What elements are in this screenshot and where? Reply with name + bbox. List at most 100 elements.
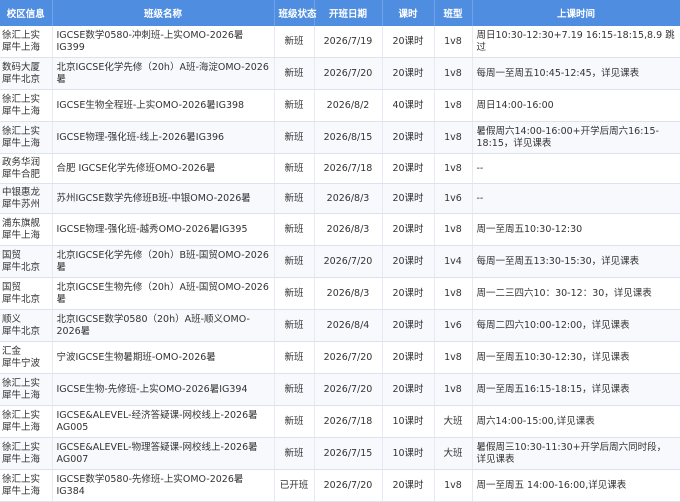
campus-cell: 汇金 犀牛宁波 [0,341,53,374]
class-hours: 20课时 [382,153,435,184]
class-hours: 20课时 [382,121,435,154]
table-row[interactable]: 中银惠龙 犀牛苏州 苏州IGCSE数学先修班B班-中银OMO-2026暑 新班 2… [0,183,680,214]
class-status: 新班 [274,183,315,214]
start-date: 2026/7/18 [314,153,383,184]
class-hours: 40课时 [382,89,435,122]
header-class-type[interactable]: 班型 [434,0,473,26]
schedule: 周六14:00-15:00,详见课表 [472,405,680,438]
campus-cell: 徐汇上实 犀牛上海 [0,469,53,502]
class-name-cell: IGCSE生物全程班-上实OMO-2026暑IG398 [52,89,275,122]
class-name-cell: 北京IGCSE生物先修（20h）A班-国贸OMO-2026暑 [52,277,275,310]
campus-cell: 中银惠龙 犀牛苏州 [0,183,53,214]
start-date: 2026/7/15 [314,437,383,470]
campus-cell: 国贸 犀牛北京 [0,277,53,310]
class-status: 新班 [274,437,315,470]
class-name-cell: IGCSE&ALEVEL-经济答疑课-网校线上-2026暑AG005 [52,405,275,438]
class-schedule-table: 校区信息 班级名称 班级状态 开班日期 课时 班型 上课时间 徐汇上实 犀牛上海 … [0,0,680,502]
schedule: -- [472,183,680,214]
class-type: 1v8 [434,277,473,310]
class-name: IGCSE&ALEVEL-物理答疑课-网校线上-2026暑AG007 [56,441,258,465]
campus-cell: 徐汇上实 犀牛上海 [0,437,53,470]
table-row[interactable]: 徐汇上实 犀牛上海 IGCSE&ALEVEL-物理答疑课-网校线上-2026暑AG… [0,437,680,470]
header-class-name[interactable]: 班级名称 [52,0,275,26]
campus-brand: 犀牛北京 [2,73,41,85]
campus-brand: 犀牛上海 [2,485,41,497]
class-hours: 20课时 [382,309,435,342]
header-start-date[interactable]: 开班日期 [314,0,383,26]
class-name-cell: 北京IGCSE化学先修（20h）A班-海淀OMO-2026暑 [52,57,275,90]
campus-name: 徐汇上实 [2,377,41,389]
schedule: 暑假周六14:00-16:00+开学后周六16:15-18:15，详见课表 [472,121,680,154]
class-status: 新班 [274,121,315,154]
table-row[interactable]: 汇金 犀牛宁波 宁波IGCSE生物暑期班-OMO-2026暑 新班 2026/7/… [0,341,680,374]
start-date: 2026/7/19 [314,26,383,58]
class-hours: 20课时 [382,26,435,58]
campus-name: 顺义 [2,313,22,325]
class-status: 新班 [274,153,315,184]
class-hours: 20课时 [382,213,435,246]
table-row[interactable]: 政务华润 犀牛合肥 合肥 IGCSE化学先修班OMO-2026暑 新班 2026/… [0,153,680,184]
campus-name: 国贸 [2,281,22,293]
class-name: 北京IGCSE生物先修（20h）A班-国贸OMO-2026暑 [56,281,269,305]
campus-cell: 顺义 犀牛北京 [0,309,53,342]
campus-cell: 徐汇上实 犀牛上海 [0,121,53,154]
class-hours: 20课时 [382,183,435,214]
class-hours: 20课时 [382,277,435,310]
class-name-cell: IGCSE数学0580-先修班-上实OMO-2026暑IG384 [52,469,275,502]
table-row[interactable]: 徐汇上实 犀牛上海 IGCSE生物全程班-上实OMO-2026暑IG398 新班 … [0,89,680,122]
table-row[interactable]: 徐汇上实 犀牛上海 IGCSE物理-强化班-线上-2026暑IG396 新班 20… [0,121,680,154]
table-row[interactable]: 徐汇上实 犀牛上海 IGCSE数学0580-冲刺班-上实OMO-2026暑IG39… [0,26,680,58]
table-row[interactable]: 国贸 犀牛北京 北京IGCSE生物先修（20h）A班-国贸OMO-2026暑 新班… [0,277,680,310]
schedule: 周一至周五10:30-12:30 [472,213,680,246]
start-date: 2026/8/3 [314,277,383,310]
start-date: 2026/8/3 [314,183,383,214]
start-date: 2026/7/20 [314,373,383,406]
class-name-cell: IGCSE物理-强化班-线上-2026暑IG396 [52,121,275,154]
campus-brand: 犀牛北京 [2,293,41,305]
class-status: 新班 [274,89,315,122]
header-class-status[interactable]: 班级状态 [274,0,317,26]
table-row[interactable]: 徐汇上实 犀牛上海 IGCSE数学0580-先修班-上实OMO-2026暑IG38… [0,469,680,502]
campus-brand: 犀牛上海 [2,41,41,53]
class-type: 大班 [434,405,473,438]
table-row[interactable]: 浦东旗舰 犀牛上海 IGCSE物理-强化班-越秀OMO-2026暑IG395 新班… [0,213,680,246]
campus-name: 徐汇上实 [2,473,41,485]
class-status: 新班 [274,57,315,90]
header-schedule[interactable]: 上课时间 [472,0,680,26]
campus-cell: 浦东旗舰 犀牛上海 [0,213,53,246]
class-name: 北京IGCSE化学先修（20h）B班-国贸OMO-2026暑 [56,249,269,273]
class-name: IGCSE生物全程班-上实OMO-2026暑IG398 [56,99,245,111]
campus-name: 徐汇上实 [2,29,41,41]
class-name-cell: IGCSE生物-先修班-上实OMO-2026暑IG394 [52,373,275,406]
table-row[interactable]: 徐汇上实 犀牛上海 IGCSE&ALEVEL-经济答疑课-网校线上-2026暑AG… [0,405,680,438]
campus-brand: 犀牛上海 [2,389,41,401]
header-campus[interactable]: 校区信息 [0,0,53,26]
class-name: 合肥 IGCSE化学先修班OMO-2026暑 [56,162,216,174]
table-row[interactable]: 徐汇上实 犀牛上海 IGCSE生物-先修班-上实OMO-2026暑IG394 新班… [0,373,680,406]
class-type: 1v8 [434,469,473,502]
class-status: 新班 [274,341,315,374]
schedule: 周一至周五 14:00-16:00,详见课表 [472,469,680,502]
class-type: 1v6 [434,309,473,342]
campus-brand: 犀牛上海 [2,137,41,149]
table-row[interactable]: 顺义 犀牛北京 北京IGCSE数学0580（20h）A班-顺义OMO-2026暑 … [0,309,680,342]
class-hours: 20课时 [382,373,435,406]
table-row[interactable]: 数码大厦 犀牛北京 北京IGCSE化学先修（20h）A班-海淀OMO-2026暑 … [0,57,680,90]
schedule: -- [472,153,680,184]
class-name: 宁波IGCSE生物暑期班-OMO-2026暑 [56,351,216,363]
campus-cell: 徐汇上实 犀牛上海 [0,373,53,406]
campus-brand: 犀牛上海 [2,229,41,241]
class-type: 1v8 [434,341,473,374]
campus-brand: 犀牛苏州 [2,198,41,210]
class-hours: 20课时 [382,57,435,90]
class-type: 大班 [434,437,473,470]
class-hours: 10课时 [382,437,435,470]
header-hours[interactable]: 课时 [382,0,435,26]
schedule: 周日14:00-16:00 [472,89,680,122]
campus-cell: 政务华润 犀牛合肥 [0,153,53,184]
campus-brand: 犀牛北京 [2,325,41,337]
class-name: 北京IGCSE化学先修（20h）A班-海淀OMO-2026暑 [56,61,269,85]
class-type: 1v8 [434,26,473,58]
table-row[interactable]: 国贸 犀牛北京 北京IGCSE化学先修（20h）B班-国贸OMO-2026暑 新班… [0,245,680,278]
class-status: 新班 [274,26,315,58]
